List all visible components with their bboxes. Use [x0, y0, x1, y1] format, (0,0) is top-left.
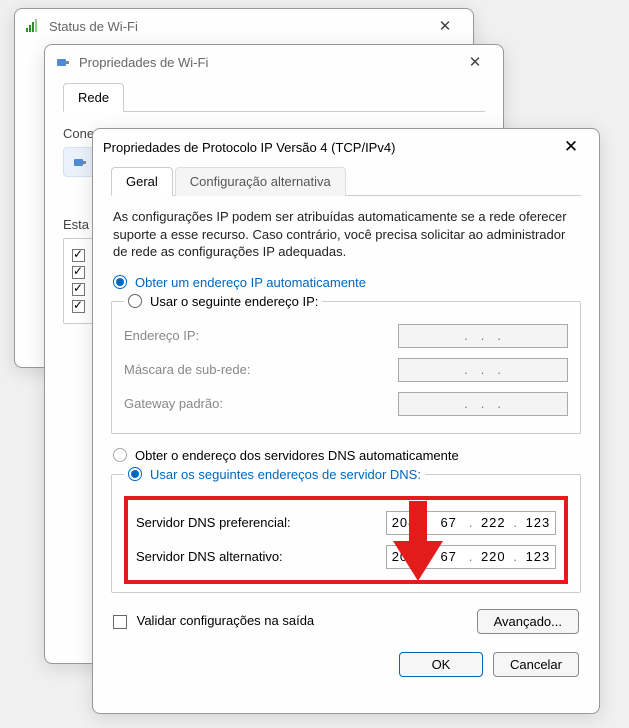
dns-manual-group: Usar os seguintes endereços de servidor …: [111, 467, 581, 593]
tab-alt-config[interactable]: Configuração alternativa: [175, 167, 346, 196]
ip-manual-group: Usar o seguinte endereço IP: Endereço IP…: [111, 294, 581, 434]
checkbox-icon: [72, 266, 85, 279]
close-icon[interactable]: ✕: [553, 133, 589, 161]
radio-ip-manual[interactable]: Usar o seguinte endereço IP:: [150, 294, 318, 309]
close-icon[interactable]: ✕: [427, 12, 463, 40]
radio-icon: [113, 275, 127, 289]
dialog-title: Propriedades de Protocolo IP Versão 4 (T…: [103, 140, 553, 155]
adapter-icon: [55, 54, 71, 70]
titlebar: Propriedades de Protocolo IP Versão 4 (T…: [93, 129, 599, 165]
radio-ip-auto[interactable]: Obter um endereço IP automaticamente: [111, 271, 581, 294]
tab-general[interactable]: Geral: [111, 167, 173, 196]
radio-icon[interactable]: [128, 467, 142, 481]
close-icon[interactable]: ✕: [457, 48, 493, 76]
tab-rede[interactable]: Rede: [63, 83, 124, 112]
input-subnet-mask: ...: [398, 358, 568, 382]
label-subnet-mask: Máscara de sub-rede:: [124, 362, 250, 377]
titlebar: Propriedades de Wi-Fi ✕: [45, 45, 503, 79]
advanced-button[interactable]: Avançado...: [477, 609, 579, 634]
radio-dns-auto[interactable]: Obter o endereço dos servidores DNS auto…: [111, 444, 581, 467]
label-dns-alt: Servidor DNS alternativo:: [136, 549, 283, 564]
tabstrip: Geral Configuração alternativa: [111, 167, 581, 196]
ok-button[interactable]: OK: [399, 652, 483, 677]
checkbox-icon: [113, 615, 127, 629]
label-dns-pref: Servidor DNS preferencial:: [136, 515, 291, 530]
radio-label: Obter um endereço IP automaticamente: [135, 275, 366, 290]
input-gateway: ...: [398, 392, 568, 416]
validate-label: Validar configurações na saída: [137, 613, 315, 628]
adapter-icon: [72, 154, 88, 170]
label-ip-address: Endereço IP:: [124, 328, 199, 343]
checkbox-icon: [72, 249, 85, 262]
radio-icon[interactable]: [128, 294, 142, 308]
window-title: Status de Wi-Fi: [49, 19, 427, 34]
wifi-signal-icon: [25, 18, 41, 34]
ipv4-properties-dialog: Propriedades de Protocolo IP Versão 4 (T…: [92, 128, 600, 714]
radio-icon: [113, 448, 127, 462]
checkbox-icon: [72, 283, 85, 296]
label-gateway: Gateway padrão:: [124, 396, 223, 411]
radio-label: Obter o endereço dos servidores DNS auto…: [135, 448, 459, 463]
input-dns-pref[interactable]: 208. 67. 222. 123: [386, 511, 556, 535]
validate-on-exit-checkbox[interactable]: Validar configurações na saída: [113, 613, 314, 629]
description-text: As configurações IP podem ser atribuídas…: [111, 196, 581, 271]
radio-dns-manual[interactable]: Usar os seguintes endereços de servidor …: [150, 467, 421, 482]
cancel-button[interactable]: Cancelar: [493, 652, 579, 677]
titlebar: Status de Wi-Fi ✕: [15, 9, 473, 43]
input-ip-address: ...: [398, 324, 568, 348]
tabstrip: Rede: [63, 83, 485, 112]
input-dns-alt[interactable]: 208. 67. 220. 123: [386, 545, 556, 569]
window-title: Propriedades de Wi-Fi: [79, 55, 457, 70]
dns-highlight-box: Servidor DNS preferencial: 208. 67. 222.…: [124, 496, 568, 584]
checkbox-icon: [72, 300, 85, 313]
